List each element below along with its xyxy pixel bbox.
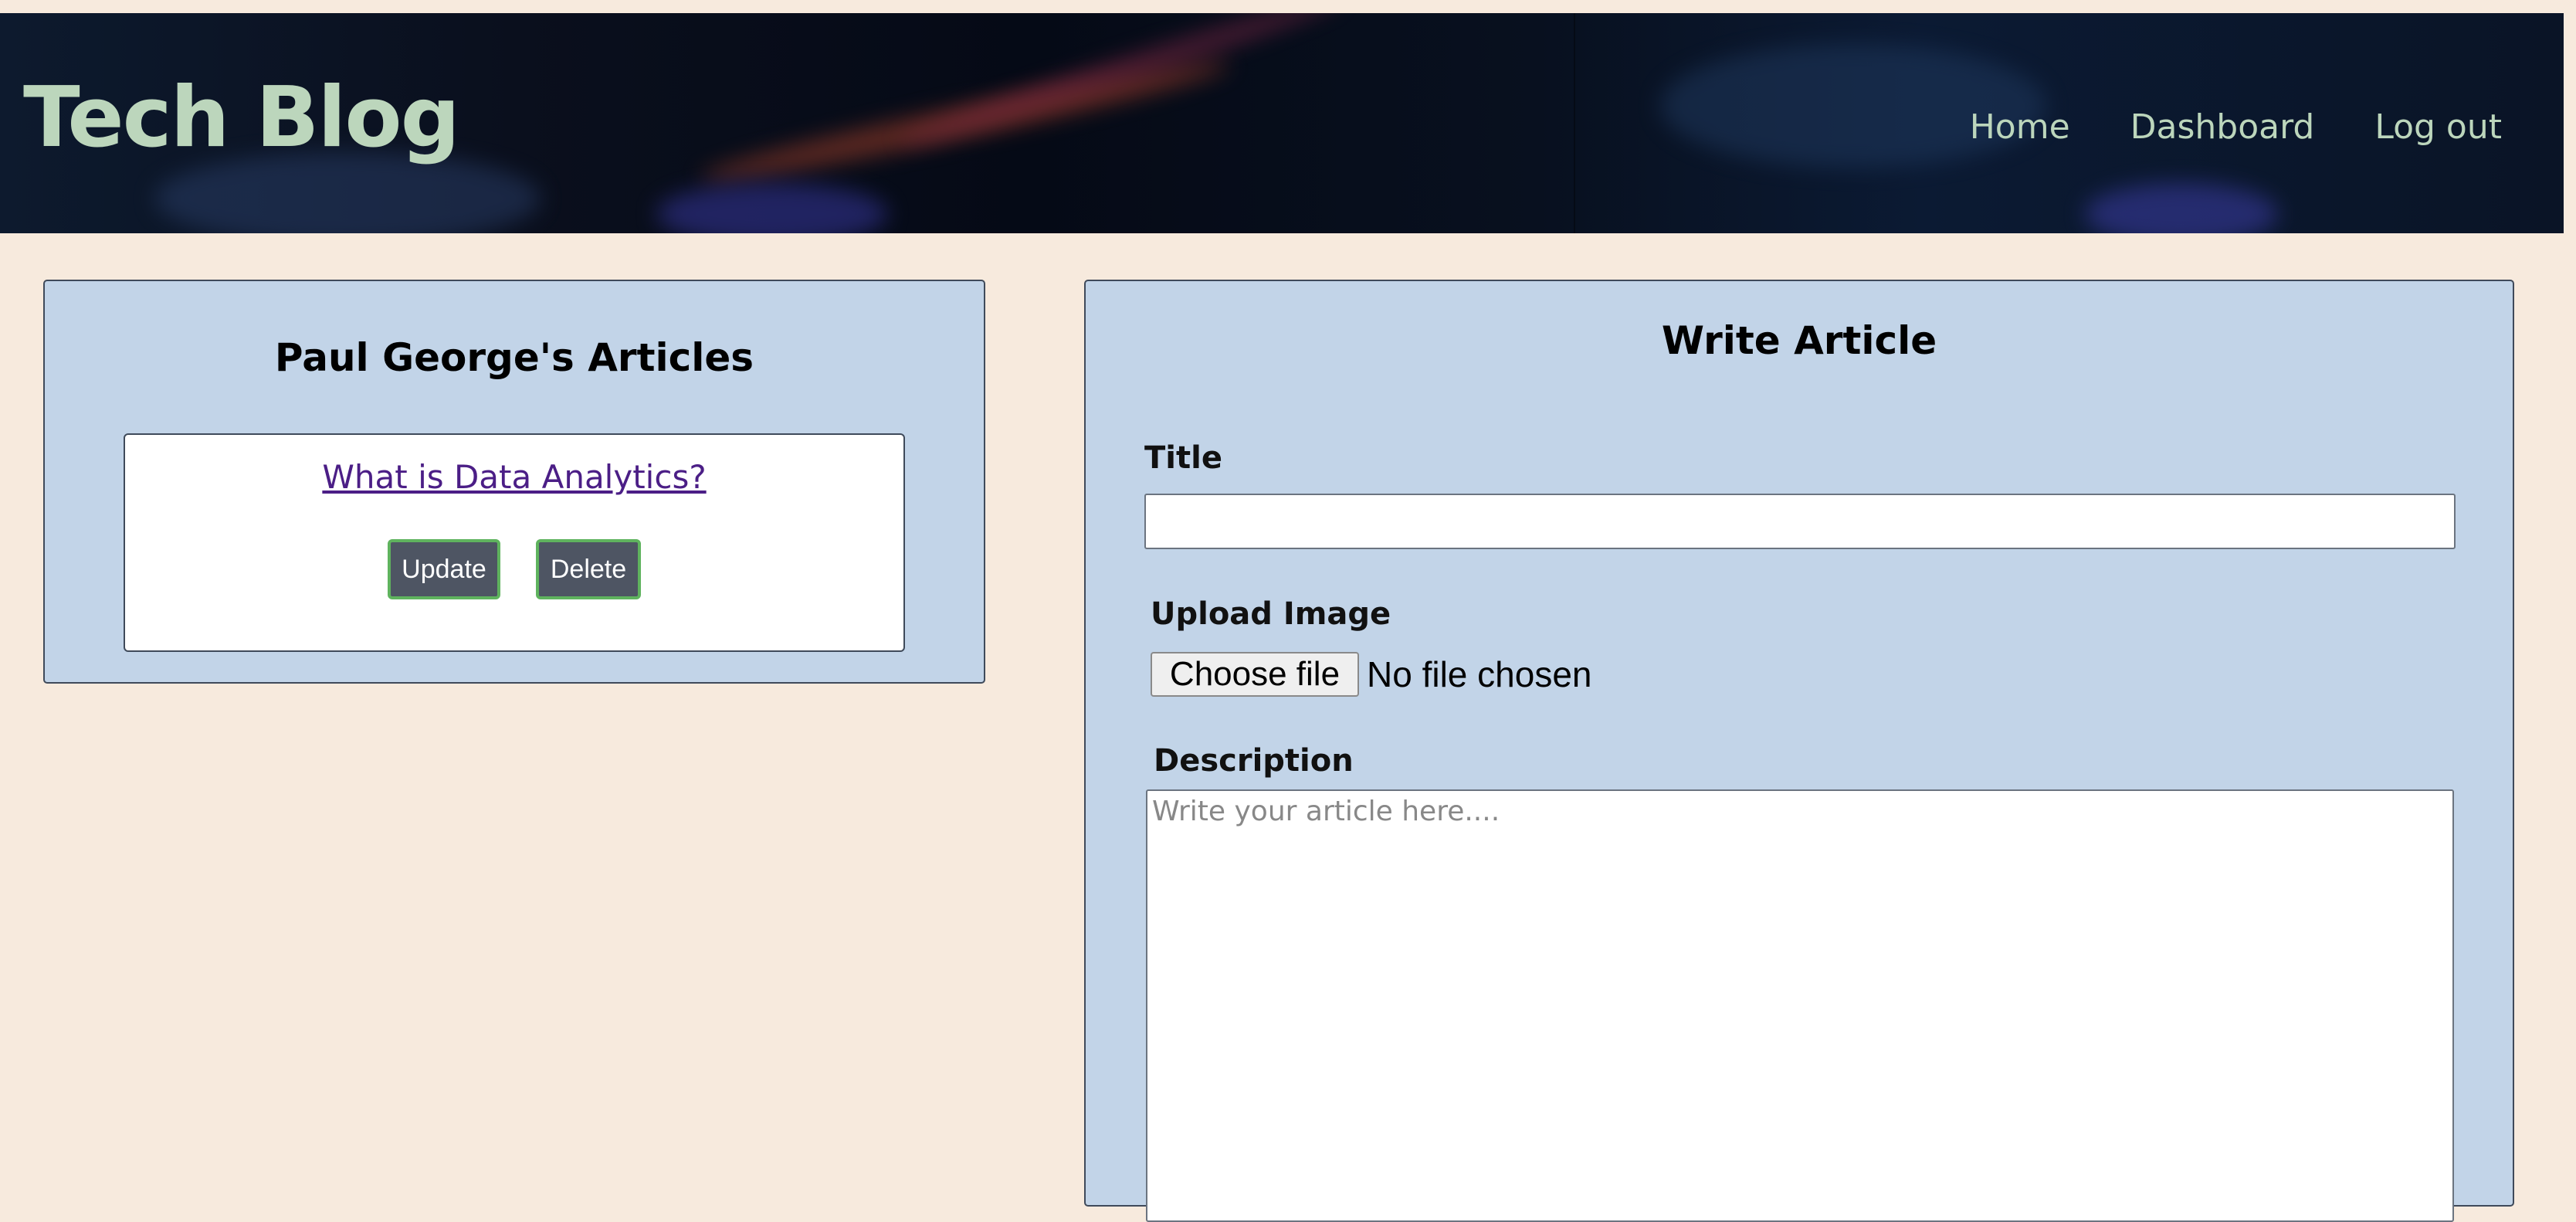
site-logo[interactable]: Tech Blog — [23, 76, 460, 160]
write-article-heading: Write Article — [1661, 318, 1937, 363]
header-background-streak — [2085, 183, 2278, 233]
header-background-streak — [1660, 44, 2046, 168]
update-button[interactable]: Update — [388, 539, 500, 599]
my-articles-heading: Paul George's Articles — [274, 335, 754, 380]
choose-file-button[interactable]: Choose file — [1151, 652, 1359, 697]
description-textarea[interactable] — [1146, 789, 2454, 1222]
article-card: What is Data Analytics? Update Delete — [124, 433, 905, 652]
file-status-text: No file chosen — [1367, 654, 1592, 694]
nav-dashboard-link[interactable]: Dashboard — [2130, 107, 2315, 147]
nav-logout-link[interactable]: Log out — [2374, 107, 2502, 147]
nav-home-link[interactable]: Home — [1970, 107, 2070, 147]
site-header: Tech Blog Home Dashboard Log out — [0, 13, 2564, 233]
header-background-streak — [656, 183, 888, 233]
title-label: Title — [1144, 440, 1222, 476]
upload-image-label: Upload Image — [1151, 596, 1391, 632]
main-nav: Home Dashboard Log out — [1970, 107, 2502, 147]
header-image-seam — [1574, 13, 1575, 233]
write-article-panel: Write Article Title Upload Image Choose … — [1084, 280, 2514, 1222]
title-input[interactable] — [1144, 494, 2456, 549]
description-label: Description — [1154, 743, 1354, 779]
my-articles-panel: Paul George's Articles What is Data Anal… — [43, 280, 985, 684]
article-title-link[interactable]: What is Data Analytics? — [125, 458, 903, 496]
delete-button[interactable]: Delete — [536, 539, 641, 599]
